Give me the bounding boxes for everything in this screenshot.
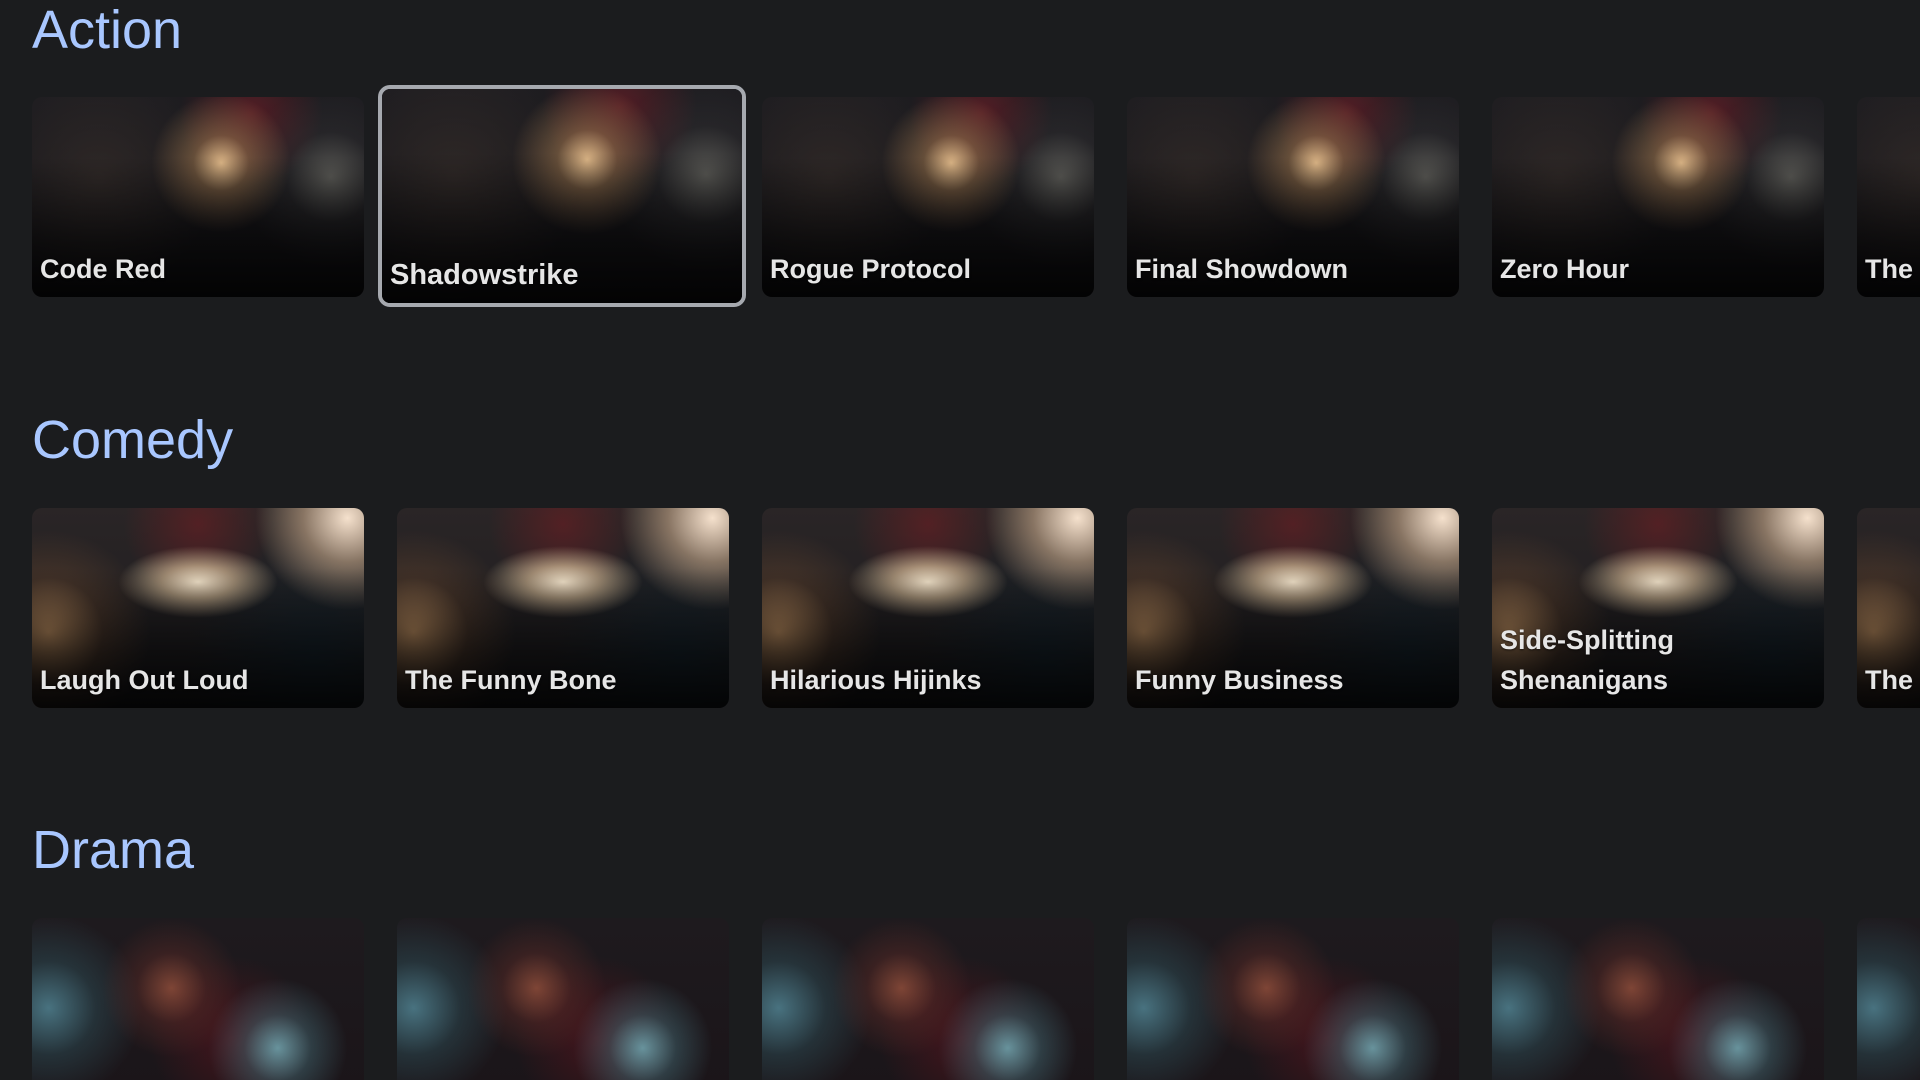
movie-card[interactable]	[1127, 918, 1459, 1080]
movie-title: Side-Splitting Shenanigans	[1500, 625, 1674, 695]
movie-card[interactable]: Final Showdown	[1127, 97, 1459, 297]
movie-title: Hilarious Hijinks	[770, 665, 982, 695]
card-list: Code Red Shadowstrike Rogue Protocol Fin…	[32, 85, 1920, 307]
poster-image	[397, 918, 729, 1080]
movie-card[interactable]: Laugh Out Loud	[32, 508, 364, 708]
movie-title: Code Red	[40, 254, 167, 284]
movie-card-partial[interactable]	[1857, 918, 1920, 1080]
movie-card-partial[interactable]: The	[1857, 97, 1920, 297]
poster-image	[32, 918, 364, 1080]
card-list	[32, 918, 1920, 1080]
movie-card[interactable]: Side-Splitting Shenanigans	[1492, 508, 1824, 708]
poster-image	[1492, 918, 1824, 1080]
movie-title: Rogue Protocol	[770, 254, 971, 284]
movie-card[interactable]	[397, 918, 729, 1080]
movie-card-focused[interactable]: Shadowstrike	[378, 85, 746, 307]
movie-title: The	[1865, 254, 1914, 284]
card-list: Laugh Out Loud The Funny Bone Hilarious …	[32, 508, 1920, 708]
browse-screen: Action Code Red Shadowstrike Rogue Proto…	[0, 0, 1920, 1080]
movie-card[interactable]	[762, 918, 1094, 1080]
movie-title: Final Showdown	[1135, 254, 1348, 284]
poster-image	[762, 918, 1094, 1080]
movie-title: Shadowstrike	[390, 259, 579, 291]
movie-card[interactable]: Zero Hour	[1492, 97, 1824, 297]
movie-title: Laugh Out Loud	[40, 665, 249, 695]
row-action: Action Code Red Shadowstrike Rogue Proto…	[32, 0, 1920, 307]
movie-card-partial[interactable]: The	[1857, 508, 1920, 708]
movie-title: The Funny Bone	[405, 665, 617, 695]
movie-card[interactable]: Code Red	[32, 97, 364, 297]
row-title: Drama	[32, 820, 195, 880]
movie-card[interactable]: The Funny Bone	[397, 508, 729, 708]
movie-card[interactable]	[1492, 918, 1824, 1080]
row-comedy: Comedy Laugh Out Loud The Funny Bone Hil…	[32, 410, 1920, 708]
movie-title: Zero Hour	[1500, 254, 1630, 284]
row-title: Comedy	[32, 410, 234, 470]
poster-image	[1857, 918, 1920, 1080]
row-drama: Drama	[32, 820, 1920, 1080]
movie-title: Funny Business	[1135, 665, 1344, 695]
poster-image	[1127, 918, 1459, 1080]
movie-card[interactable]	[32, 918, 364, 1080]
movie-card[interactable]: Funny Business	[1127, 508, 1459, 708]
row-title: Action	[32, 0, 183, 60]
movie-card[interactable]: Rogue Protocol	[762, 97, 1094, 297]
movie-card[interactable]: Hilarious Hijinks	[762, 508, 1094, 708]
movie-title: The	[1865, 665, 1914, 695]
